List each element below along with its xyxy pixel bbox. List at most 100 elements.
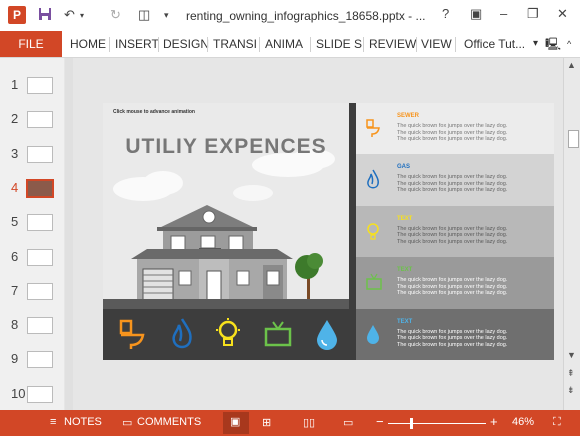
minimize-button[interactable]: – [500,6,507,21]
slide-thumbnail-8[interactable]: 8 [0,314,64,336]
account-name[interactable]: Office Tut... [464,31,525,57]
status-bar: ≡ NOTES ▭ COMMENTS ▣ ⊞ ▯▯ ▭ − + 46% ⛶ [0,410,580,436]
tv-icon [366,273,382,290]
next-slide-icon[interactable]: ⇟ [567,385,575,396]
tab-animations[interactable]: ANIMA [265,31,303,57]
slide-sorter-icon[interactable]: ⊞ [262,416,271,429]
slide-number: 7 [11,282,19,298]
gas-flame-icon [172,318,192,349]
utility-row-title: SEWER [397,113,420,119]
save-icon[interactable] [38,7,52,24]
tv-icon [264,321,292,347]
slide-thumbnail-image [27,282,53,300]
account-dropdown-icon[interactable]: ▾ [533,31,538,57]
slide-thumbnail-7[interactable]: 7 [0,280,64,302]
slide-instruction: Click mouse to advance animation [113,109,195,115]
utility-row: GAS The quick brown fox jumps over the la… [356,154,554,207]
scroll-down-icon[interactable]: ▼ [567,350,576,360]
undo-icon[interactable]: ↶ [64,7,75,23]
slide-thumbnail-image [27,145,53,163]
tab-transitions[interactable]: TRANSI [213,31,257,57]
tab-review[interactable]: REVIEW [369,31,416,57]
ribbon-tabs: FILE HOME INSERT DESIGN TRANSI ANIMA SLI… [0,31,580,58]
slide-thumbnail-image [27,77,53,94]
fit-slide-icon[interactable]: ⛶ [553,416,561,429]
slide-thumbnail-10[interactable]: 10 [0,383,64,405]
utility-row-text: The quick brown fox jumps over the lazy … [397,187,508,194]
slide-thumbnail-image [26,178,54,198]
powerpoint-logo-icon[interactable]: P [8,6,26,24]
slide-number: 6 [11,248,19,264]
slide-thumbnail-image [27,111,53,129]
slideshow-icon[interactable]: ▭ [343,416,353,429]
close-button[interactable]: ✕ [557,6,568,22]
comments-icon: ▭ [122,417,133,429]
slide-thumbnail-image [27,248,53,266]
utility-row: TEXT The quick brown fox jumps over the l… [356,308,554,360]
slide-thumbnail-image [27,385,53,403]
slide-number: 2 [11,111,19,127]
undo-dropdown-icon[interactable]: ▾ [80,11,84,20]
customize-toolbar-icon[interactable]: ▾ [164,10,169,21]
slide-thumbnail-2[interactable]: 2 [0,108,64,130]
tab-insert[interactable]: INSERT [115,31,159,57]
thumbnail-scrollbar[interactable] [65,58,73,410]
user-avatar-icon[interactable]: 🖳 [545,31,561,57]
slide-number: 1 [11,77,19,92]
slide-canvas[interactable]: Click mouse to advance animation UTILIY … [103,103,554,360]
redo-icon[interactable]: ↻ [110,7,121,23]
tab-view[interactable]: VIEW [421,31,452,57]
house-illustration [131,205,323,303]
vertical-scrollbar[interactable]: ▲ ▼ ⇞ ⇟ [563,58,580,410]
scroll-up-icon[interactable]: ▲ [567,60,576,70]
zoom-out-button[interactable]: − [376,414,384,429]
tab-file[interactable]: FILE [0,31,62,57]
utility-row: TEXT The quick brown fox jumps over the l… [356,205,554,258]
slide-thumbnail-image [27,214,53,232]
light-bulb-icon [367,223,379,240]
slide-number: 5 [11,214,19,230]
reading-view-icon[interactable]: ▯▯ [303,416,315,429]
ribbon-options-icon[interactable]: ▣ [470,6,482,22]
gas-flame-icon [367,170,379,189]
slide-thumbnail-image [27,351,53,369]
zoom-slider-thumb[interactable] [409,418,413,429]
water-drop-icon [317,320,337,350]
slide-thumbnail-5[interactable]: 5 [0,211,64,233]
slide-thumbnail-9[interactable]: 9 [0,348,64,370]
comments-button[interactable]: COMMENTS [137,416,201,428]
slide-thumbnail-pane: 1 2 3 4 5 6 7 8 9 10 [0,58,64,410]
tab-home[interactable]: HOME [70,31,106,57]
slide-title: UTILIY EXPENCES [125,135,327,158]
utility-row-title: TEXT [397,215,413,222]
ground [103,299,349,309]
zoom-slider[interactable] [388,423,486,424]
slide-thumbnail-4[interactable]: 4 [0,177,64,199]
utility-row-title: GAS [397,164,411,171]
water-drop-icon [367,324,379,344]
utility-icon-bar [103,309,356,360]
slide-number: 10 [11,385,26,401]
utility-row-text: The quick brown fox jumps over the lazy … [397,341,508,348]
zoom-level[interactable]: 46% [512,416,534,428]
title-bar: P ↶ ▾ ↻ ◫ ▾ renting_owning_infographics_… [0,0,580,31]
scrollbar-thumb[interactable] [568,130,579,148]
tab-slide-show[interactable]: SLIDE S [316,31,362,57]
normal-view-icon: ▣ [230,416,241,428]
restore-button[interactable]: ❐ [527,6,539,22]
toilet-icon [119,319,145,349]
previous-slide-icon[interactable]: ⇞ [567,368,575,379]
present-icon[interactable]: ◫ [138,7,150,23]
zoom-in-button[interactable]: + [490,414,498,429]
utility-row: SEWER The quick brown fox jumps over the … [356,103,554,155]
slide-thumbnail-6[interactable]: 6 [0,246,64,268]
slide-thumbnail-1[interactable]: 1 [0,74,64,96]
collapse-ribbon-icon[interactable]: ^ [567,31,571,57]
utility-row-text: The quick brown fox jumps over the lazy … [397,290,508,297]
slide-number: 8 [11,317,19,333]
toilet-icon [366,119,380,137]
help-button[interactable]: ? [442,6,449,21]
notes-button[interactable]: NOTES [64,416,102,428]
slide-thumbnail-3[interactable]: 3 [0,143,64,165]
tab-design[interactable]: DESIGN [163,31,209,57]
